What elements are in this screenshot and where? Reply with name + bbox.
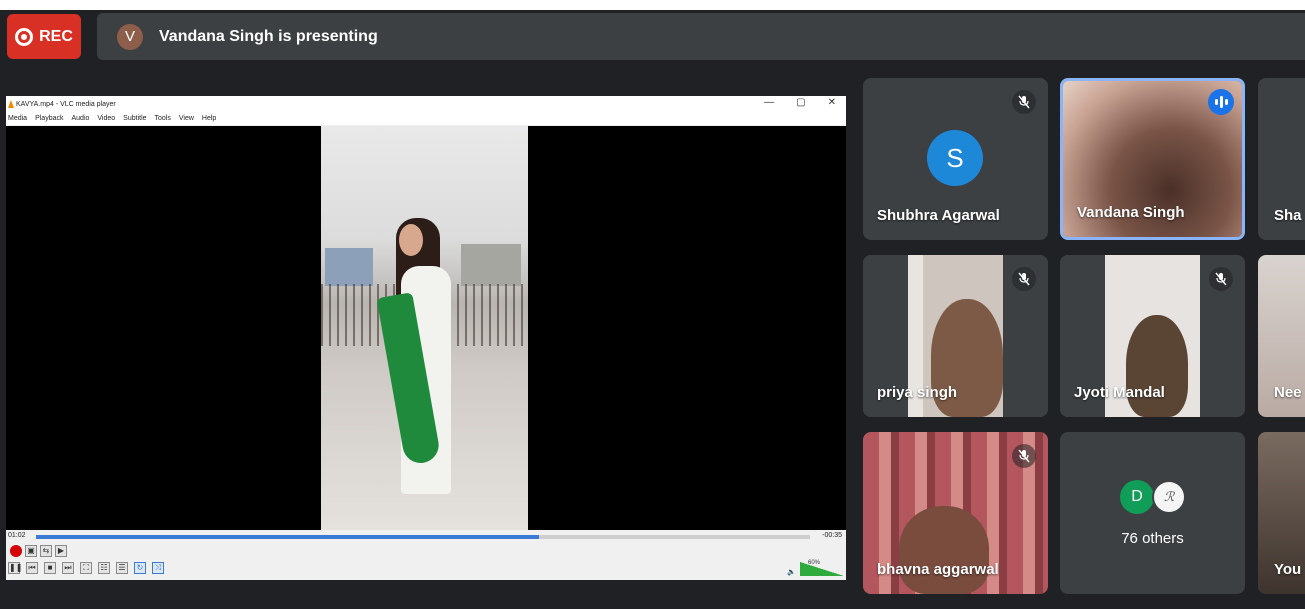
seek-track[interactable] [36, 535, 810, 539]
participant-tile-speaking[interactable]: Vandana Singh [1060, 78, 1245, 240]
vlc-menu-bar: Media Playback Audio Video Subtitle Tool… [6, 112, 846, 125]
shuffle-button[interactable]: ⤨ [152, 562, 164, 574]
participant-tile[interactable]: bhavna aggarwal [863, 432, 1048, 594]
seek-progress [36, 535, 540, 539]
vlc-cone-icon [8, 100, 14, 108]
audio-wave-icon [1208, 89, 1234, 115]
logo-avatar-icon: ℛ [1152, 480, 1186, 514]
mic-off-icon [1012, 267, 1036, 291]
participant-tile[interactable]: Nee [1258, 255, 1305, 417]
loop-ab-button[interactable]: ⇆ [40, 545, 52, 557]
mic-off-icon [1012, 444, 1036, 468]
volume-control[interactable]: 🔈 60% [787, 560, 844, 576]
vlc-title: KAVYA.mp4 - VLC media player [16, 100, 116, 108]
speaker-icon: 🔈 [787, 569, 796, 576]
participant-tile[interactable]: priya singh [863, 255, 1048, 417]
menu-subtitle[interactable]: Subtitle [123, 115, 146, 122]
stop-button[interactable]: ■ [44, 562, 56, 574]
frame-step-button[interactable]: ▶ [55, 545, 67, 557]
menu-video[interactable]: Video [97, 115, 115, 122]
others-avatars: D ℛ [1120, 480, 1186, 514]
shared-screen-vlc: KAVYA.mp4 - VLC media player — ▢ ✕ Media… [6, 96, 846, 580]
participant-name: priya singh [877, 384, 958, 401]
participant-name: bhavna aggarwal [877, 561, 999, 578]
minimize-icon[interactable]: — [764, 97, 774, 108]
close-icon[interactable]: ✕ [828, 97, 836, 108]
menu-help[interactable]: Help [202, 115, 216, 122]
menu-view[interactable]: View [179, 115, 194, 122]
video-building [461, 244, 521, 286]
participant-name: Sha [1274, 207, 1302, 224]
restore-icon[interactable]: ▢ [796, 97, 805, 108]
menu-media[interactable]: Media [8, 115, 27, 122]
participant-name: Nee [1274, 384, 1302, 401]
participant-name: Shubhra Agarwal [877, 207, 1000, 224]
mic-off-icon [1209, 267, 1233, 291]
previous-button[interactable]: ⏮ [26, 562, 38, 574]
participant-tile[interactable]: Jyoti Mandal [1060, 255, 1245, 417]
meet-window: REC V Vandana Singh is presenting KAVYA.… [0, 0, 1305, 609]
control-row-main: ❚❚ ⏮ ■ ⏭ ⛶ ☷ ☰ ↻ ⤨ [8, 562, 164, 574]
participant-tile[interactable]: Sha [1258, 78, 1305, 240]
video-person-face [399, 224, 423, 256]
video-area[interactable] [6, 126, 846, 530]
video-building [325, 248, 373, 286]
record-icon [15, 27, 34, 46]
menu-playback[interactable]: Playback [35, 115, 63, 122]
participant-name: Jyoti Mandal [1074, 384, 1165, 401]
rec-indicator[interactable]: REC [7, 14, 81, 59]
volume-percent: 60% [808, 560, 821, 566]
extended-settings-button[interactable]: ☷ [98, 562, 110, 574]
participant-avatar: D [1120, 480, 1154, 514]
camera-person [899, 506, 989, 594]
snapshot-button[interactable]: ▣ [25, 545, 37, 557]
self-tile[interactable]: You [1258, 432, 1305, 594]
window-buttons: — ▢ ✕ [764, 97, 836, 108]
participant-tile[interactable]: S Shubhra Agarwal [863, 78, 1048, 240]
video-frame [321, 126, 528, 530]
top-edge [0, 0, 1305, 10]
fullscreen-button[interactable]: ⛶ [80, 562, 92, 574]
pause-button[interactable]: ❚❚ [8, 562, 22, 574]
rec-label: REC [39, 27, 73, 45]
loop-button[interactable]: ↻ [134, 562, 146, 574]
participant-name: You [1274, 561, 1302, 578]
others-count: 76 others [1121, 530, 1184, 547]
record-button[interactable] [10, 545, 22, 557]
presenting-text: Vandana Singh is presenting [159, 27, 378, 45]
time-remaining: -00:35 [822, 532, 842, 539]
time-elapsed: 01:02 [8, 532, 26, 539]
volume-slider[interactable]: 60% [800, 560, 844, 576]
presenting-banner: V Vandana Singh is presenting [97, 13, 1305, 60]
menu-tools[interactable]: Tools [155, 115, 171, 122]
camera-person [1126, 315, 1188, 417]
control-row-advanced: ▣ ⇆ ▶ [10, 545, 67, 557]
next-button[interactable]: ⏭ [62, 562, 74, 574]
others-tile[interactable]: D ℛ 76 others [1060, 432, 1245, 594]
participant-avatar: S [927, 130, 983, 186]
playlist-button[interactable]: ☰ [116, 562, 128, 574]
participant-name: Vandana Singh [1077, 204, 1185, 221]
mic-off-icon [1012, 90, 1036, 114]
seek-bar: 01:02 -00:35 [6, 530, 846, 544]
menu-audio[interactable]: Audio [71, 115, 89, 122]
vlc-title-bar: KAVYA.mp4 - VLC media player — ▢ ✕ [6, 96, 846, 112]
presenter-avatar: V [117, 23, 143, 50]
